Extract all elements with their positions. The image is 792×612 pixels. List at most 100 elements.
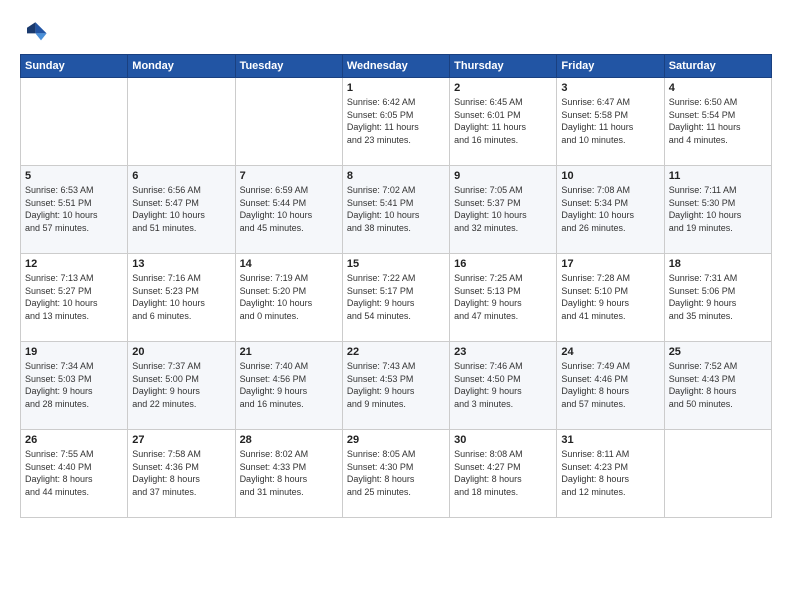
day-cell: 6 Sunrise: 6:56 AM Sunset: 5:47 PM Daylig… <box>128 166 235 254</box>
day-cell: 3Sunrise: 6:47 AM Sunset: 5:58 PM Daylig… <box>557 78 664 166</box>
day-number: 13 <box>132 258 230 270</box>
week-row-3: 12Sunrise: 7:13 AM Sunset: 5:27 PM Dayli… <box>21 254 772 342</box>
day-number: 25 <box>669 346 767 358</box>
day-number: 20 <box>132 346 230 358</box>
day-cell: 13 Sunrise: 7:16 AM Sunset: 5:23 PM Dayli… <box>128 254 235 342</box>
day-info: Sunrise: 7:25 AM Sunset: 5:13 PM Dayligh… <box>454 272 552 322</box>
day-cell: 12Sunrise: 7:13 AM Sunset: 5:27 PM Dayli… <box>21 254 128 342</box>
week-row-2: 5 Sunrise: 6:53 AM Sunset: 5:51 PM Daylig… <box>21 166 772 254</box>
day-number: 8 <box>347 170 445 182</box>
day-info: Sunrise: 7:34 AM Sunset: 5:03 PM Dayligh… <box>25 360 123 410</box>
day-cell: 15 Sunrise: 7:22 AM Sunset: 5:17 PM Dayli… <box>342 254 449 342</box>
day-cell: 9 Sunrise: 7:05 AM Sunset: 5:37 PM Daylig… <box>450 166 557 254</box>
day-info: Sunrise: 7:05 AM Sunset: 5:37 PM Dayligh… <box>454 184 552 234</box>
day-info: Sunrise: 6:45 AM Sunset: 6:01 PM Dayligh… <box>454 96 552 146</box>
day-number: 24 <box>561 346 659 358</box>
day-cell: 10 Sunrise: 7:08 AM Sunset: 5:34 PM Dayli… <box>557 166 664 254</box>
day-cell: 16 Sunrise: 7:25 AM Sunset: 5:13 PM Dayli… <box>450 254 557 342</box>
header <box>20 18 772 46</box>
day-number: 16 <box>454 258 552 270</box>
day-number: 15 <box>347 258 445 270</box>
header-cell-thursday: Thursday <box>450 55 557 78</box>
day-info: Sunrise: 7:58 AM Sunset: 4:36 PM Dayligh… <box>132 448 230 498</box>
day-cell: 22 Sunrise: 7:43 AM Sunset: 4:53 PM Dayli… <box>342 342 449 430</box>
day-info: Sunrise: 6:59 AM Sunset: 5:44 PM Dayligh… <box>240 184 338 234</box>
day-info: Sunrise: 8:08 AM Sunset: 4:27 PM Dayligh… <box>454 448 552 498</box>
header-cell-friday: Friday <box>557 55 664 78</box>
day-number: 6 <box>132 170 230 182</box>
day-info: Sunrise: 7:16 AM Sunset: 5:23 PM Dayligh… <box>132 272 230 322</box>
day-info: Sunrise: 7:43 AM Sunset: 4:53 PM Dayligh… <box>347 360 445 410</box>
week-row-5: 26 Sunrise: 7:55 AM Sunset: 4:40 PM Dayli… <box>21 430 772 518</box>
day-info: Sunrise: 7:28 AM Sunset: 5:10 PM Dayligh… <box>561 272 659 322</box>
day-cell: 27 Sunrise: 7:58 AM Sunset: 4:36 PM Dayli… <box>128 430 235 518</box>
day-number: 26 <box>25 434 123 446</box>
day-cell: 19 Sunrise: 7:34 AM Sunset: 5:03 PM Dayli… <box>21 342 128 430</box>
day-number: 10 <box>561 170 659 182</box>
day-info: Sunrise: 6:56 AM Sunset: 5:47 PM Dayligh… <box>132 184 230 234</box>
day-cell: 4 Sunrise: 6:50 AM Sunset: 5:54 PM Daylig… <box>664 78 771 166</box>
day-cell: 23 Sunrise: 7:46 AM Sunset: 4:50 PM Dayli… <box>450 342 557 430</box>
day-cell: 14 Sunrise: 7:19 AM Sunset: 5:20 PM Dayli… <box>235 254 342 342</box>
day-info: Sunrise: 7:11 AM Sunset: 5:30 PM Dayligh… <box>669 184 767 234</box>
logo <box>20 18 52 46</box>
day-cell: 2 Sunrise: 6:45 AM Sunset: 6:01 PM Daylig… <box>450 78 557 166</box>
day-number: 31 <box>561 434 659 446</box>
day-cell: 29 Sunrise: 8:05 AM Sunset: 4:30 PM Dayli… <box>342 430 449 518</box>
day-info: Sunrise: 7:31 AM Sunset: 5:06 PM Dayligh… <box>669 272 767 322</box>
day-cell: 26 Sunrise: 7:55 AM Sunset: 4:40 PM Dayli… <box>21 430 128 518</box>
day-info: Sunrise: 7:37 AM Sunset: 5:00 PM Dayligh… <box>132 360 230 410</box>
day-info: Sunrise: 8:05 AM Sunset: 4:30 PM Dayligh… <box>347 448 445 498</box>
day-info: Sunrise: 6:50 AM Sunset: 5:54 PM Dayligh… <box>669 96 767 146</box>
day-info: Sunrise: 7:52 AM Sunset: 4:43 PM Dayligh… <box>669 360 767 410</box>
header-cell-monday: Monday <box>128 55 235 78</box>
day-number: 18 <box>669 258 767 270</box>
day-info: Sunrise: 6:42 AM Sunset: 6:05 PM Dayligh… <box>347 96 445 146</box>
day-number: 4 <box>669 82 767 94</box>
day-number: 12 <box>25 258 123 270</box>
day-info: Sunrise: 8:02 AM Sunset: 4:33 PM Dayligh… <box>240 448 338 498</box>
day-info: Sunrise: 7:22 AM Sunset: 5:17 PM Dayligh… <box>347 272 445 322</box>
day-info: Sunrise: 7:19 AM Sunset: 5:20 PM Dayligh… <box>240 272 338 322</box>
day-number: 17 <box>561 258 659 270</box>
day-cell <box>235 78 342 166</box>
day-cell: 1 Sunrise: 6:42 AM Sunset: 6:05 PM Daylig… <box>342 78 449 166</box>
day-info: Sunrise: 6:53 AM Sunset: 5:51 PM Dayligh… <box>25 184 123 234</box>
day-number: 1 <box>347 82 445 94</box>
day-number: 29 <box>347 434 445 446</box>
day-cell: 5 Sunrise: 6:53 AM Sunset: 5:51 PM Daylig… <box>21 166 128 254</box>
header-cell-tuesday: Tuesday <box>235 55 342 78</box>
week-row-1: 1 Sunrise: 6:42 AM Sunset: 6:05 PM Daylig… <box>21 78 772 166</box>
day-number: 22 <box>347 346 445 358</box>
day-cell: 25 Sunrise: 7:52 AM Sunset: 4:43 PM Dayli… <box>664 342 771 430</box>
day-cell: 7 Sunrise: 6:59 AM Sunset: 5:44 PM Daylig… <box>235 166 342 254</box>
day-cell <box>128 78 235 166</box>
header-row: SundayMondayTuesdayWednesdayThursdayFrid… <box>21 55 772 78</box>
day-info: Sunrise: 7:46 AM Sunset: 4:50 PM Dayligh… <box>454 360 552 410</box>
day-cell: 18 Sunrise: 7:31 AM Sunset: 5:06 PM Dayli… <box>664 254 771 342</box>
day-number: 27 <box>132 434 230 446</box>
day-number: 5 <box>25 170 123 182</box>
day-cell <box>21 78 128 166</box>
day-number: 3 <box>561 82 659 94</box>
day-cell: 24 Sunrise: 7:49 AM Sunset: 4:46 PM Dayli… <box>557 342 664 430</box>
day-cell: 11 Sunrise: 7:11 AM Sunset: 5:30 PM Dayli… <box>664 166 771 254</box>
day-info: Sunrise: 7:49 AM Sunset: 4:46 PM Dayligh… <box>561 360 659 410</box>
page: SundayMondayTuesdayWednesdayThursdayFrid… <box>0 0 792 612</box>
day-info: Sunrise: 7:08 AM Sunset: 5:34 PM Dayligh… <box>561 184 659 234</box>
day-number: 11 <box>669 170 767 182</box>
day-number: 28 <box>240 434 338 446</box>
header-cell-sunday: Sunday <box>21 55 128 78</box>
day-cell: 17 Sunrise: 7:28 AM Sunset: 5:10 PM Dayli… <box>557 254 664 342</box>
day-number: 7 <box>240 170 338 182</box>
day-number: 9 <box>454 170 552 182</box>
day-number: 19 <box>25 346 123 358</box>
day-info: Sunrise: 8:11 AM Sunset: 4:23 PM Dayligh… <box>561 448 659 498</box>
day-number: 14 <box>240 258 338 270</box>
day-info: Sunrise: 7:55 AM Sunset: 4:40 PM Dayligh… <box>25 448 123 498</box>
week-row-4: 19 Sunrise: 7:34 AM Sunset: 5:03 PM Dayli… <box>21 342 772 430</box>
day-cell: 20 Sunrise: 7:37 AM Sunset: 5:00 PM Dayli… <box>128 342 235 430</box>
day-number: 2 <box>454 82 552 94</box>
day-number: 23 <box>454 346 552 358</box>
header-cell-wednesday: Wednesday <box>342 55 449 78</box>
